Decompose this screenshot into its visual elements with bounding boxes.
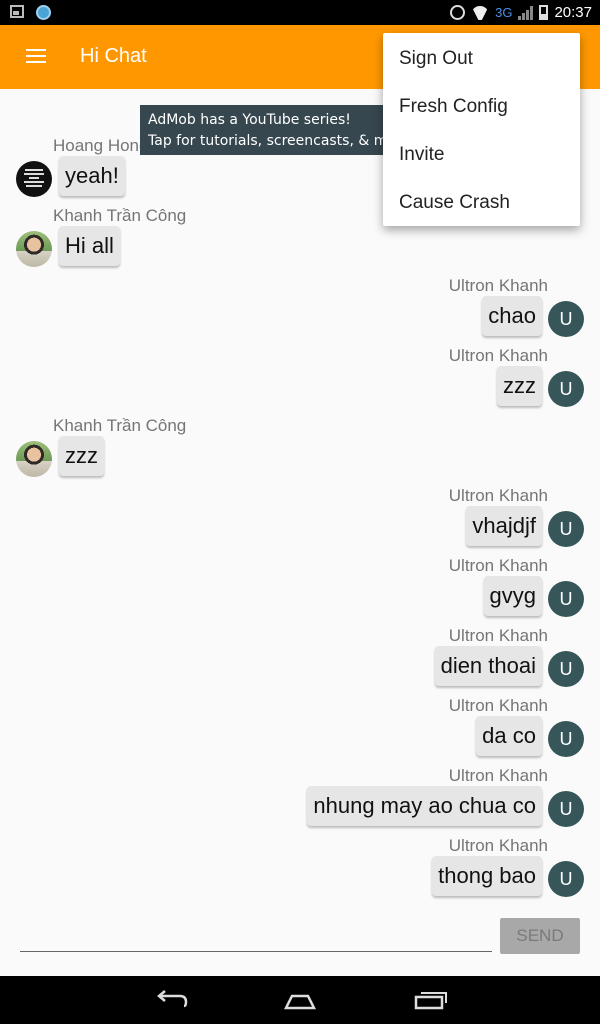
message-item: Ultron Khanh chao U (0, 276, 600, 346)
message-sender: Khanh Trần Công (53, 206, 187, 225)
app-notification-icon (36, 5, 51, 20)
alarm-icon (450, 5, 466, 20)
message-sender: Ultron Khanh (448, 276, 548, 295)
ad-line-1: AdMob has a YouTube series! (148, 112, 351, 128)
send-button[interactable]: SEND (500, 918, 580, 954)
message-item: Ultron Khanh da co U (0, 696, 600, 766)
message-bubble: vhajdjf (466, 506, 542, 546)
message-sender: Ultron Khanh (448, 346, 548, 365)
message-sender: Ultron Khanh (448, 626, 548, 645)
avatar: U (548, 511, 584, 547)
message-item: Ultron Khanh thong bao U (0, 836, 600, 906)
system-icons: 3G 20:37 (450, 2, 592, 23)
menu-item-invite[interactable]: Invite (383, 131, 580, 179)
message-item: Khanh Trần Công zzz (0, 416, 600, 486)
message-bubble: yeah! (59, 156, 125, 196)
signal-icon (518, 5, 534, 20)
message-bubble: zzz (59, 436, 104, 476)
message-bubble: da co (476, 716, 542, 756)
message-item: Ultron Khanh zzz U (0, 346, 600, 416)
message-item: Ultron Khanh gvyg U (0, 556, 600, 626)
avatar: U (548, 301, 584, 337)
message-bubble: chao (482, 296, 542, 336)
avatar (16, 231, 52, 267)
message-item: Ultron Khanh vhajdjf U (0, 486, 600, 556)
status-bar: 3G 20:37 (0, 0, 600, 25)
message-item: Ultron Khanh dien thoai U (0, 626, 600, 696)
message-bubble: gvyg (483, 576, 542, 616)
message-sender: Ultron Khanh (448, 766, 548, 785)
avatar: U (548, 861, 584, 897)
avatar: U (548, 371, 584, 407)
message-sender: Ultron Khanh (448, 486, 548, 505)
avatar: U (548, 651, 584, 687)
ad-banner[interactable]: AdMob has a YouTube series! Tap for tuto… (140, 105, 400, 155)
hamburger-icon[interactable] (26, 49, 46, 65)
network-type: 3G (495, 5, 513, 20)
message-item: Ultron Khanh nhung may ao chua co U (0, 766, 600, 836)
message-sender: Ultron Khanh (448, 556, 548, 575)
message-bubble: thong bao (432, 856, 542, 896)
menu-item-fresh-config[interactable]: Fresh Config (383, 83, 580, 131)
home-icon[interactable] (270, 976, 330, 1024)
recents-icon[interactable] (400, 976, 460, 1024)
avatar: U (548, 581, 584, 617)
avatar (16, 161, 52, 197)
app-title: Hi Chat (80, 45, 147, 67)
message-sender: Ultron Khanh (448, 836, 548, 855)
notification-icons (10, 5, 51, 20)
back-icon[interactable] (142, 976, 202, 1024)
message-sender: Ultron Khanh (448, 696, 548, 715)
overflow-menu: Sign Out Fresh Config Invite Cause Crash (383, 33, 580, 226)
navigation-bar (0, 976, 600, 1024)
message-bubble: Hi all (59, 226, 120, 266)
menu-item-cause-crash[interactable]: Cause Crash (383, 179, 580, 227)
battery-icon (539, 5, 549, 20)
avatar (16, 441, 52, 477)
image-icon (10, 5, 24, 18)
wifi-icon (471, 6, 489, 20)
message-bubble: zzz (497, 366, 542, 406)
avatar: U (548, 791, 584, 827)
message-sender: Khanh Trần Công (53, 416, 187, 435)
menu-item-sign-out[interactable]: Sign Out (383, 35, 580, 83)
avatar: U (548, 721, 584, 757)
ad-line-2: Tap for tutorials, screencasts, & more (148, 133, 400, 149)
clock: 20:37 (554, 4, 592, 21)
message-input[interactable] (20, 920, 492, 952)
message-bubble: dien thoai (434, 646, 542, 686)
message-bubble: nhung may ao chua co (307, 786, 542, 826)
